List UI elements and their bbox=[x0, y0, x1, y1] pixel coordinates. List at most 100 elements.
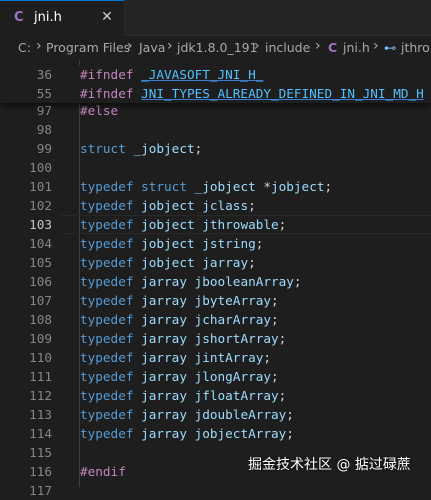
line-number: 116 bbox=[29, 464, 52, 479]
breadcrumb-java[interactable]: Java bbox=[139, 40, 165, 55]
code-text: typedef jarray jbyteArray; bbox=[80, 291, 279, 310]
code-token: jarray bbox=[141, 388, 187, 403]
code-token: ; bbox=[278, 388, 287, 403]
line-number: 107 bbox=[29, 293, 52, 308]
breadcrumb-program-files[interactable]: Program Files bbox=[46, 40, 130, 55]
code-line[interactable]: 98 bbox=[0, 120, 431, 139]
breadcrumb-jdk[interactable]: jdk1.8.0_191 bbox=[177, 40, 258, 55]
code-text: typedef jobject jarray; bbox=[80, 253, 256, 272]
code-text: #else bbox=[80, 101, 118, 120]
code-token: ; bbox=[278, 217, 287, 232]
code-token: jdoubleArray bbox=[194, 407, 287, 422]
line-number: 106 bbox=[29, 274, 52, 289]
code-token: jarray bbox=[141, 350, 187, 365]
chevron-right-icon: › bbox=[254, 38, 260, 54]
chevron-right-icon: › bbox=[36, 38, 42, 54]
watermark: 掘金技术社区 @ 掂过碌蔗 bbox=[248, 457, 411, 473]
code-line[interactable]: 105 typedef jobject jarray; bbox=[0, 253, 431, 272]
code-text: typedef jarray jlongArray; bbox=[80, 367, 279, 386]
close-icon[interactable]: ✕ bbox=[98, 7, 116, 27]
code-token: ; bbox=[248, 198, 256, 213]
code-text: typedef jarray jshortArray; bbox=[80, 329, 286, 348]
code-line[interactable]: 108 typedef jarray jcharArray; bbox=[0, 310, 431, 329]
code-line[interactable]: 97 #else bbox=[0, 101, 431, 120]
tab-label: jni.h bbox=[34, 10, 62, 25]
code-token: jobject bbox=[141, 217, 195, 232]
code-line[interactable]: 101 typedef struct _jobject *jobject; bbox=[0, 177, 431, 196]
code-token: ; bbox=[286, 426, 294, 441]
code-token: typedef bbox=[80, 255, 134, 270]
sticky-scroll[interactable]: 36 #ifndef _JAVASOFT_JNI_H_ 55 #ifndef JNI_… bbox=[0, 65, 431, 103]
sticky-line[interactable]: 55 #ifndef JNI_TYPES_ALREADY_DEFINED_IN_J… bbox=[0, 84, 431, 103]
tab-jni-h[interactable]: C jni.h ✕ bbox=[0, 0, 125, 36]
code-token: jarray bbox=[141, 312, 187, 327]
sticky-line[interactable]: 36 #ifndef _JAVASOFT_JNI_H_ bbox=[0, 65, 431, 84]
line-number: 115 bbox=[29, 445, 52, 460]
code-token: jclass bbox=[202, 198, 249, 213]
code-line[interactable]: 113 typedef jarray jdoubleArray; bbox=[0, 405, 431, 424]
code-token: typedef bbox=[80, 217, 134, 232]
line-number: 113 bbox=[29, 407, 52, 422]
breadcrumb-drive[interactable]: C: bbox=[18, 40, 31, 55]
code-token: typedef bbox=[80, 369, 134, 384]
code-line[interactable]: 106 typedef jarray jbooleanArray; bbox=[0, 272, 431, 291]
code-line[interactable]: 114 typedef jarray jobjectArray; bbox=[0, 424, 431, 443]
code-line[interactable]: 100 bbox=[0, 158, 431, 177]
code-token: jarray bbox=[141, 407, 187, 422]
code-line[interactable]: 117 bbox=[0, 481, 431, 500]
code-line[interactable]: 102 typedef jobject jclass; bbox=[0, 196, 431, 215]
code-token: struct bbox=[141, 179, 187, 194]
code-token: jobject bbox=[141, 236, 195, 251]
code-token: jintArray bbox=[194, 350, 264, 365]
code-token: typedef bbox=[80, 388, 134, 403]
code-token: ; bbox=[286, 407, 294, 422]
code-line[interactable]: 111 typedef jarray jlongArray; bbox=[0, 367, 431, 386]
code-token: ; bbox=[255, 236, 264, 251]
symbol-field-icon: ⊷ bbox=[384, 40, 397, 55]
code-text: #ifndef JNI_TYPES_ALREADY_DEFINED_IN_JNI… bbox=[80, 84, 424, 103]
c-file-icon: C bbox=[328, 40, 338, 55]
code-token: struct bbox=[80, 141, 126, 156]
code-text: typedef jarray jfloatArray; bbox=[80, 386, 286, 405]
code-line[interactable]: 107 typedef jarray jbyteArray; bbox=[0, 291, 431, 310]
chevron-right-icon: › bbox=[127, 38, 133, 54]
code-token: ; bbox=[278, 331, 287, 346]
code-token: ; bbox=[248, 255, 256, 270]
code-token: jarray bbox=[141, 426, 187, 441]
code-line[interactable]: 99 struct _jobject; bbox=[0, 139, 431, 158]
code-line[interactable]: 103 typedef jobject jthrowable; bbox=[0, 215, 431, 234]
line-number: 112 bbox=[29, 388, 52, 403]
code-token: typedef bbox=[80, 179, 134, 194]
code-editor[interactable]: 36 #ifndef _JAVASOFT_JNI_H_ 55 #ifndef JNI_… bbox=[0, 60, 431, 498]
code-token: ; bbox=[271, 312, 279, 327]
line-number: 100 bbox=[29, 160, 52, 175]
breadcrumb-symbol[interactable]: jthro bbox=[401, 40, 430, 55]
breadcrumb-include[interactable]: include bbox=[265, 40, 310, 55]
code-line[interactable]: 112 typedef jarray jfloatArray; bbox=[0, 386, 431, 405]
code-line[interactable]: 109 typedef jarray jshortArray; bbox=[0, 329, 431, 348]
code-token: jcharArray bbox=[194, 312, 271, 327]
chevron-right-icon: › bbox=[373, 38, 379, 54]
code-text: typedef jarray jintArray; bbox=[80, 348, 271, 367]
code-token: jbooleanArray bbox=[194, 274, 294, 289]
code-token: jarray bbox=[141, 369, 187, 384]
code-text: typedef jarray jcharArray; bbox=[80, 310, 279, 329]
breadcrumb-file[interactable]: jni.h bbox=[343, 40, 370, 55]
code-line[interactable]: 110 typedef jarray jintArray; bbox=[0, 348, 431, 367]
code-line[interactable]: 104 typedef jobject jstring; bbox=[0, 234, 431, 253]
